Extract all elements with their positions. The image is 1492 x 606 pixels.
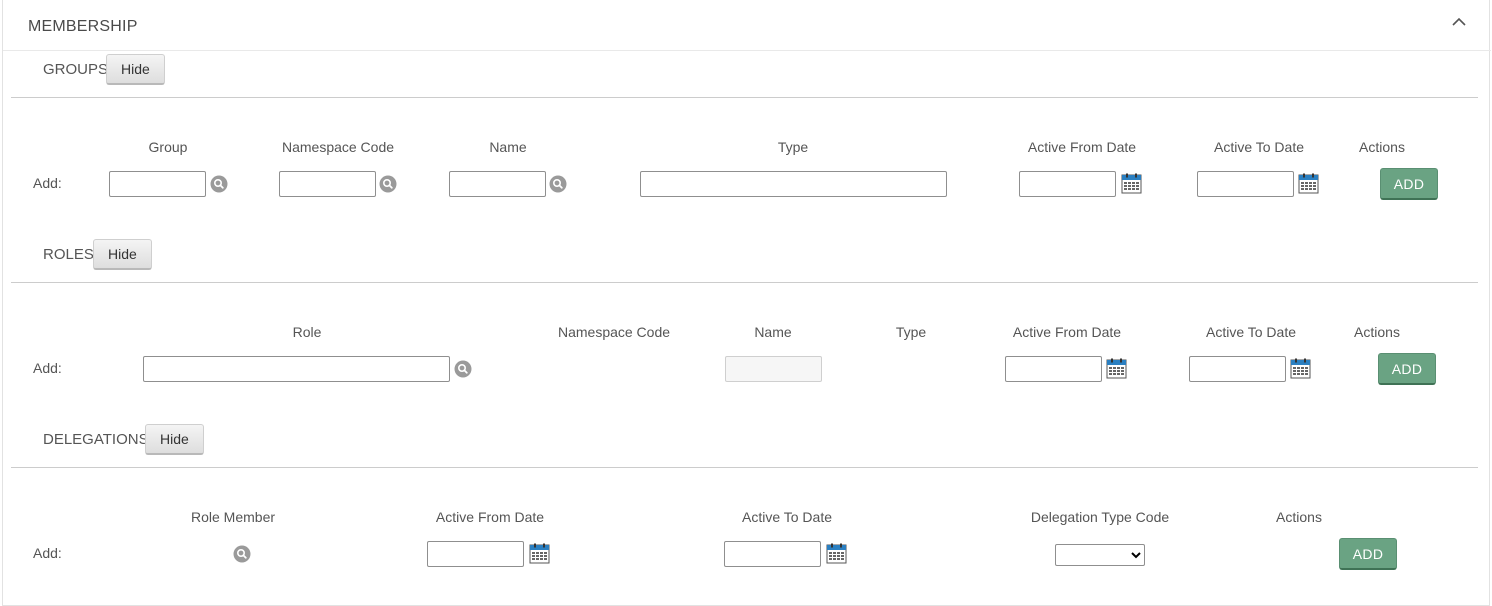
calendar-icon[interactable] [826, 543, 847, 564]
groups-namespace-code-input[interactable] [279, 171, 376, 197]
groups-type-input[interactable] [640, 171, 947, 197]
roles-col-role: Role [292, 324, 322, 340]
search-icon[interactable] [454, 360, 472, 378]
roles-col-active-from-date: Active From Date [1012, 324, 1122, 340]
groups-col-type: Type [777, 139, 809, 155]
groups-group-input[interactable] [109, 171, 206, 197]
groups-add-button[interactable]: ADD [1380, 168, 1438, 200]
delegations-hide-button[interactable]: Hide [145, 424, 204, 455]
groups-divider [11, 97, 1478, 98]
search-icon[interactable] [379, 175, 397, 193]
delegations-col-active-from-date: Active From Date [435, 509, 545, 525]
delegations-active-from-date-input[interactable] [427, 541, 524, 567]
calendar-icon[interactable] [529, 543, 550, 564]
roles-col-namespace-code: Namespace Code [557, 324, 671, 340]
panel-header[interactable]: MEMBERSHIP [3, 0, 1491, 51]
calendar-icon[interactable] [1106, 358, 1127, 379]
roles-add-button[interactable]: ADD [1378, 353, 1436, 385]
delegations-add-label: Add: [33, 545, 62, 561]
roles-col-name: Name [754, 324, 792, 340]
roles-hide-button[interactable]: Hide [93, 239, 152, 270]
roles-col-actions: Actions [1354, 324, 1400, 340]
groups-col-active-to-date: Active To Date [1213, 139, 1305, 155]
roles-section-label: ROLES [43, 246, 94, 263]
groups-section-label: GROUPS [43, 61, 109, 78]
groups-add-label: Add: [33, 175, 62, 191]
calendar-icon[interactable] [1298, 173, 1319, 194]
groups-col-group: Group [148, 139, 188, 155]
search-icon[interactable] [233, 545, 251, 563]
roles-name-input [725, 356, 822, 382]
roles-add-label: Add: [33, 360, 62, 376]
delegations-section-label: DELEGATIONS [43, 431, 149, 448]
roles-role-input[interactable] [143, 356, 450, 382]
groups-name-input[interactable] [449, 171, 546, 197]
groups-active-from-date-input[interactable] [1019, 171, 1116, 197]
chevron-up-icon[interactable] [1449, 12, 1469, 32]
search-icon[interactable] [210, 175, 228, 193]
roles-col-active-to-date: Active To Date [1205, 324, 1297, 340]
panel-title: MEMBERSHIP [28, 18, 138, 35]
calendar-icon[interactable] [1290, 358, 1311, 379]
roles-col-type: Type [895, 324, 927, 340]
groups-col-actions: Actions [1359, 139, 1405, 155]
roles-divider [11, 282, 1478, 283]
calendar-icon[interactable] [1121, 173, 1142, 194]
delegation-type-code-select[interactable] [1055, 544, 1145, 566]
delegations-divider [11, 467, 1478, 468]
groups-col-namespace-code: Namespace Code [281, 139, 395, 155]
delegations-active-to-date-input[interactable] [724, 541, 821, 567]
groups-col-name: Name [489, 139, 527, 155]
groups-col-active-from-date: Active From Date [1027, 139, 1137, 155]
delegations-add-button[interactable]: ADD [1339, 538, 1397, 570]
groups-active-to-date-input[interactable] [1197, 171, 1294, 197]
roles-active-from-date-input[interactable] [1005, 356, 1102, 382]
delegations-col-delegation-type-code: Delegation Type Code [1030, 509, 1170, 525]
search-icon[interactable] [549, 175, 567, 193]
delegations-col-role-member: Role Member [190, 509, 276, 525]
groups-hide-button[interactable]: Hide [106, 54, 165, 85]
delegations-col-actions: Actions [1276, 509, 1322, 525]
delegations-col-active-to-date: Active To Date [741, 509, 833, 525]
roles-active-to-date-input[interactable] [1189, 356, 1286, 382]
